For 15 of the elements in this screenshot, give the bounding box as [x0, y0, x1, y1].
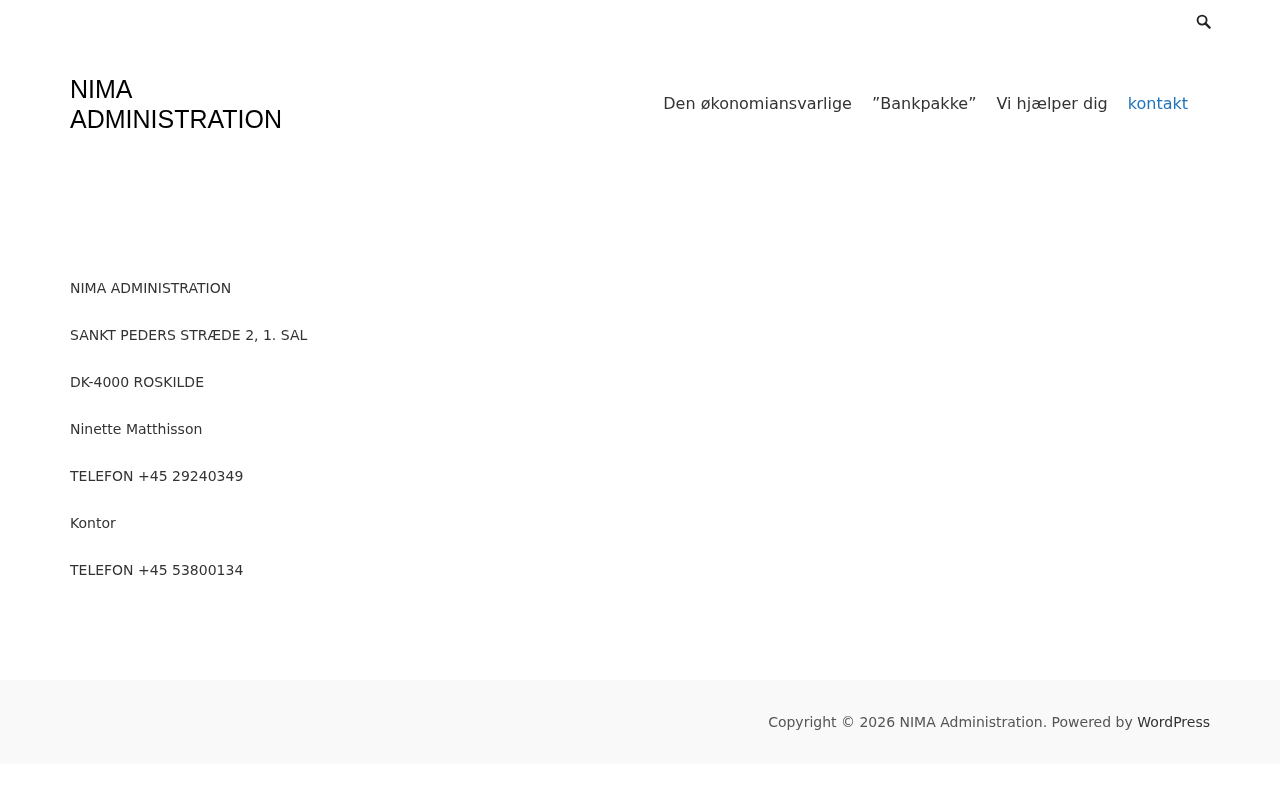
search-icon[interactable]	[1194, 12, 1212, 30]
contact-line: Kontor	[70, 514, 117, 533]
site-title[interactable]: NIMA ADMINISTRATION	[70, 74, 300, 134]
contact-line: SANKT PEDERS STRÆDE 2, 1. SAL	[70, 326, 309, 345]
contact-line: TELEFON +45 29240349	[70, 467, 245, 486]
contact-line: Ninette Matthisson	[70, 420, 204, 439]
wordpress-link[interactable]: WordPress	[1137, 713, 1210, 730]
nav-link[interactable]: Den økonomiansvarlige	[663, 92, 852, 116]
nav-link[interactable]: Vi hjælper dig	[996, 92, 1108, 116]
nav-link[interactable]: kontakt	[1127, 92, 1188, 116]
contact-line: TELEFON +45 53800134	[70, 561, 245, 580]
contact-line: NIMA ADMINISTRATION	[70, 279, 233, 298]
footer-text: Copyright © 2026 NIMA Administration. Powered by WordPress	[768, 712, 1210, 732]
contact-line: DK-4000 ROSKILDE	[70, 373, 205, 392]
nav-link[interactable]: ”Bankpakke”	[871, 92, 977, 116]
